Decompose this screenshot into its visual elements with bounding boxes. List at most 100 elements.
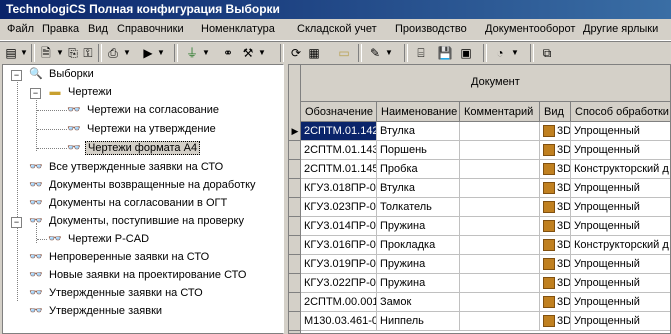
table-cell[interactable]: Поршень [377,141,460,160]
table-cell[interactable]: Замок [377,293,460,312]
binoculars-icon[interactable]: ⚭ [220,45,236,61]
table-cell[interactable]: 3D [540,141,571,160]
table-cell[interactable] [460,312,540,331]
row-indicator[interactable] [289,293,301,312]
table-cell[interactable]: Упрощенный [571,217,670,236]
tools-icon[interactable]: ⚒ [240,45,256,61]
table-row[interactable]: 2СПТМ.01.143 Поршень 3D Упрощенный [301,141,670,160]
table-cell[interactable]: Прокладка [377,236,460,255]
save-icon[interactable]: 💾 [437,45,453,61]
refresh-icon[interactable]: ⟳ [288,45,304,61]
tree-item-ogt-docs[interactable]: 👓 Документы на согласовании в ОГТ [28,194,229,212]
table-cell[interactable]: 3D [540,122,571,141]
table-cell[interactable]: Конструкторский д [571,160,670,179]
table-cell[interactable] [460,274,540,293]
column-header-comment[interactable]: Комментарий [460,102,540,122]
table-cell[interactable]: 2СПТМ.01.145 [301,160,377,179]
table-cell[interactable]: 3D [540,179,571,198]
menu-warehouse[interactable]: Складской учет [297,23,377,35]
menu-production[interactable]: Производство [395,23,467,35]
table-row[interactable]: 2СПТМ.01.142 Втулка 3D Упрощенный [301,122,670,141]
menu-references[interactable]: Справочники [117,23,184,35]
table-cell[interactable]: 3D [540,293,571,312]
table-cell[interactable]: Втулка [377,122,460,141]
table-row[interactable]: 2СПТМ.00.001 Замок 3D Упрощенный [301,293,670,312]
row-indicator[interactable] [289,236,301,255]
documents-grid[interactable]: Документ Обозначение Наименование Коммен… [288,64,671,334]
chevron-down-icon[interactable]: ▼ [157,46,165,60]
tree-collapse-button[interactable]: − [11,217,22,228]
tree-item-returned-docs[interactable]: 👓 Документы возвращенные на доработку [28,176,258,194]
table-cell[interactable]: Пружина [377,274,460,293]
table-cell[interactable]: Ниппель [377,312,460,331]
row-indicator[interactable] [289,255,301,274]
link-icon[interactable]: ✎ [367,45,383,61]
table-cell[interactable]: КГУ3.018ПР-0 [301,179,377,198]
tree-item-approved-sto-2[interactable]: 👓 Утвержденные заявки на СТО [28,284,205,302]
chart-icon[interactable]: ◔ [492,45,508,61]
table-cell[interactable]: Пружина [377,217,460,236]
table-cell[interactable]: КГУ3.023ПР-0 [301,198,377,217]
table-row[interactable]: КГУ3.014ПР-0 Пружина 3D Упрощенный [301,217,670,236]
table-cell[interactable]: 2СПТМ.00.001 [301,293,377,312]
table-cell[interactable]: 2СПТМ.01.143 [301,141,377,160]
table-cell[interactable]: М130.03.461-0 [301,312,377,331]
chevron-down-icon[interactable]: ▼ [123,46,131,60]
table-cell[interactable] [460,179,540,198]
table-row[interactable]: КГУ3.019ПР-0 Пружина 3D Упрощенный [301,255,670,274]
table-row[interactable]: КГУ3.022ПР-0 Пружина 3D Упрощенный [301,274,670,293]
table-cell[interactable] [460,236,540,255]
table-cell[interactable] [460,198,540,217]
table-row[interactable]: КГУ3.016ПР-0 Прокладка 3D Конструкторский д [301,236,670,255]
chevron-down-icon[interactable]: ▼ [511,46,519,60]
folder-icon[interactable]: ▭ [336,45,352,61]
column-header-processing[interactable]: Способ обработки [571,102,670,122]
tree-item-folder[interactable]: ▬ Чертежи [47,83,114,101]
table-cell[interactable]: Упрощенный [571,312,670,331]
row-indicator[interactable] [289,179,301,198]
key-icon[interactable]: ⚿ [80,45,96,61]
table-cell[interactable]: КГУ3.014ПР-0 [301,217,377,236]
row-indicator[interactable] [289,274,301,293]
table-cell[interactable]: Упрощенный [571,179,670,198]
menu-docflow[interactable]: Документооборот [485,23,575,35]
tree-item-drawings-approval[interactable]: 👓 Чертежи на согласование [66,101,221,119]
table-cell[interactable]: 2СПТМ.01.142 [301,122,377,141]
table-row[interactable]: 2СПТМ.01.145 Пробка 3D Конструкторский д [301,160,670,179]
menu-file[interactable]: Файл [7,23,34,35]
table-row[interactable]: М130.03.461-0 Ниппель 3D Упрощенный [301,312,670,331]
print-icon[interactable]: ⎙ [105,45,121,61]
tree-item-drawings-confirmation[interactable]: 👓 Чертежи на утверждение [66,120,218,138]
table-cell[interactable]: 3D [540,217,571,236]
table-row[interactable]: КГУ3.023ПР-0 Толкатель 3D Упрощенный [301,198,670,217]
row-indicator[interactable] [289,141,301,160]
window-icon[interactable]: ▣ [458,45,474,61]
table-row[interactable]: КГУ3.018ПР-0 Втулка 3D Упрощенный [301,179,670,198]
table-cell[interactable]: Пружина [377,255,460,274]
tree-item-incoming-docs[interactable]: 👓 Документы, поступившие на проверку [28,212,246,230]
filter-icon[interactable]: ⏚ [184,45,200,61]
column-header-name[interactable]: Наименование [377,102,460,122]
table-cell[interactable]: КГУ3.016ПР-0 [301,236,377,255]
table-cell[interactable]: КГУ3.022ПР-0 [301,274,377,293]
table-cell[interactable]: 3D [540,255,571,274]
table-cell[interactable] [460,160,540,179]
row-indicator[interactable]: ▶ [289,122,301,141]
row-indicator[interactable] [289,198,301,217]
open-folder-icon[interactable]: ⌸ [413,45,429,61]
table-cell[interactable]: 3D [540,160,571,179]
table-cell[interactable]: КГУ3.019ПР-0 [301,255,377,274]
table-cell[interactable]: 3D [540,312,571,331]
chevron-down-icon[interactable]: ▼ [56,46,64,60]
table-cell[interactable]: Упрощенный [571,293,670,312]
table-cell[interactable]: Упрощенный [571,198,670,217]
chevron-down-icon[interactable]: ▼ [20,46,28,60]
tree-item-pcad[interactable]: 👓 Чертежи P-CAD [47,230,151,248]
row-indicator[interactable] [289,160,301,179]
table-cell[interactable] [460,141,540,160]
table-cell[interactable]: Упрощенный [571,141,670,160]
table-cell[interactable] [460,293,540,312]
copy-icon[interactable]: ⎘ [65,45,81,61]
tree-item-unchecked-sto[interactable]: 👓 Непроверенные заявки на СТО [28,248,211,266]
table-cell[interactable] [460,122,540,141]
